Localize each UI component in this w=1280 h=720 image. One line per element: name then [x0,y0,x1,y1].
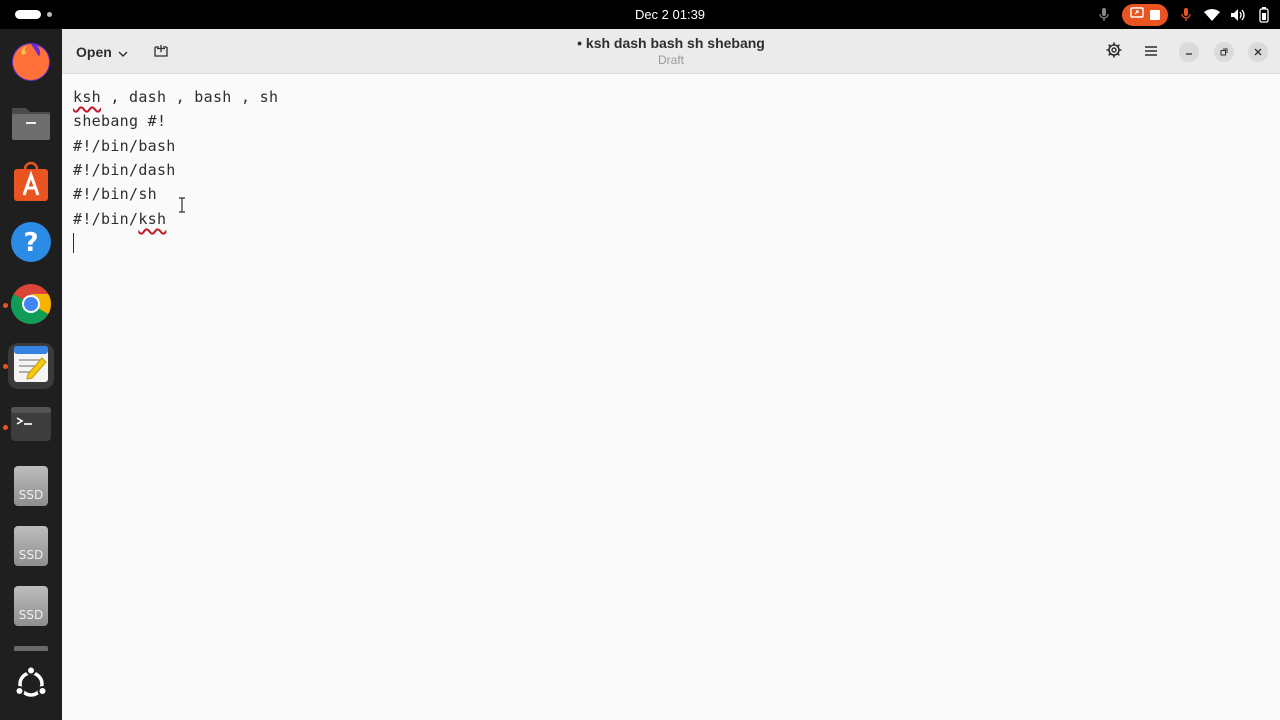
chrome-icon [10,283,52,330]
dock-item-firefox[interactable] [8,41,54,87]
dock-item-help[interactable]: ? [8,221,54,267]
line-text: #!/bin/dash [73,161,176,179]
line-text: #!/bin/sh [73,185,157,203]
main-menu-button[interactable] [1136,37,1166,67]
dock-item-drive-1[interactable]: SSD [8,463,54,509]
system-tray[interactable] [1096,4,1272,26]
screencast-icon [1130,6,1144,24]
editor-line: #!/bin/sh [73,185,157,203]
dock-item-app-center[interactable] [8,161,54,207]
editor-line: #!/bin/dash [73,161,176,179]
open-button[interactable]: Open [68,37,136,67]
dock-item-terminal[interactable] [8,403,54,449]
editor-line: #!/bin/ksh [73,210,166,228]
text-editor-area[interactable]: ksh , dash , bash , sh shebang #! #!/bin… [62,75,1280,720]
window-title-group: • ksh dash bash sh shebang Draft [471,35,871,67]
new-tab-icon [154,43,168,62]
gear-icon [1106,42,1122,63]
workspace-indicator-active [15,10,41,19]
editor-line: ksh , dash , bash , sh [73,88,278,106]
files-icon [10,102,52,147]
text-editor-icon [12,344,50,389]
misspelled-word: ksh [73,88,101,106]
firefox-icon [10,41,52,88]
minimize-icon [1185,43,1193,61]
line-text: , dash , bash , sh [101,88,279,106]
window-subtitle: Draft [657,53,684,67]
dock-item-chrome[interactable] [8,283,54,329]
minimize-button[interactable] [1179,42,1199,62]
document-settings-button[interactable] [1099,37,1129,67]
line-text: #!/bin/bash [73,137,176,155]
restore-icon [1220,43,1228,61]
new-tab-button[interactable] [146,37,176,67]
ibeam-cursor-icon [178,197,186,213]
hamburger-menu-icon [1145,43,1157,61]
line-text: #!/bin/ [73,210,139,228]
chevron-down-icon [118,44,128,60]
line-text: shebang #! [73,112,167,130]
close-button[interactable] [1248,42,1268,62]
ubuntu-logo-icon [13,665,49,707]
drive-icon: SSD [14,466,48,506]
top-bar: Dec 2 01:39 [0,0,1280,29]
dock-overflow-hint [14,646,48,651]
dock-item-drive-3[interactable]: SSD [8,583,54,629]
microphone-icon [1096,7,1112,23]
editor-line: shebang #! [73,112,166,130]
misspelled-word: ksh [138,210,167,228]
wifi-icon [1204,7,1220,23]
terminal-icon [10,406,52,447]
text-editor-window: Open • ksh dash bash sh shebang Draft ks… [62,29,1280,720]
app-center-icon [11,161,51,208]
stop-recording-icon[interactable] [1150,10,1160,20]
drive-icon: SSD [14,526,48,566]
close-icon [1254,43,1262,61]
screen-recording-indicator[interactable] [1122,4,1168,26]
drive-icon: SSD [14,586,48,626]
dock-item-drive-2[interactable]: SSD [8,523,54,569]
dock: ? SSD SSD SSD [0,29,62,720]
clock[interactable]: Dec 2 01:39 [600,7,740,22]
workspace-indicator-dot [47,12,52,17]
battery-icon [1256,7,1272,23]
volume-icon [1230,7,1246,23]
header-bar: Open • ksh dash bash sh shebang Draft [62,29,1280,74]
svg-text:?: ? [23,228,38,258]
dock-item-files[interactable] [8,101,54,147]
open-button-label: Open [76,44,112,60]
text-cursor [73,233,74,253]
editor-line: #!/bin/bash [73,137,176,155]
maximize-button[interactable] [1214,42,1234,62]
microphone-active-icon [1178,7,1194,23]
window-title: • ksh dash bash sh shebang [577,35,765,51]
activities-indicator[interactable] [15,10,52,19]
help-icon: ? [10,221,52,268]
dock-item-text-editor[interactable] [8,343,54,389]
show-apps-button[interactable] [8,663,54,709]
